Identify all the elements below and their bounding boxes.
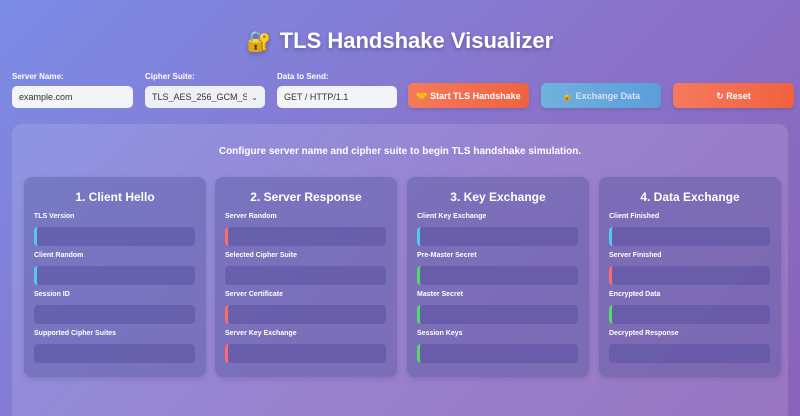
field-row-tls-version: TLS Version bbox=[34, 213, 206, 246]
reset-button[interactable]: ↻ Reset bbox=[673, 83, 794, 108]
field-label: Selected Cipher Suite bbox=[225, 252, 297, 259]
field-label: Pre-Master Secret bbox=[417, 252, 477, 259]
field-label: Client Random bbox=[34, 252, 84, 259]
start-tls-handshake-button[interactable]: 🤝 Start TLS Handshake bbox=[408, 83, 529, 108]
field-label: Server Finished bbox=[609, 252, 662, 259]
field-row-master-secret: Master Secret bbox=[417, 291, 589, 324]
step-card-1: 1. Client Hello TLS Version Client Random S… bbox=[24, 177, 206, 377]
field-value-master-secret bbox=[417, 305, 578, 324]
field-value-server-key-exchange bbox=[225, 344, 386, 363]
field-row-server-key-exchange: Server Key Exchange bbox=[225, 330, 397, 363]
field-row-client-key-exchange: Client Key Exchange bbox=[417, 213, 589, 246]
cipher-suite-label: Cipher Suite: bbox=[145, 72, 195, 81]
field-label: Session ID bbox=[34, 291, 70, 298]
chevron-down-icon: ⌄ bbox=[251, 92, 258, 102]
field-label: Client Key Exchange bbox=[417, 213, 487, 220]
cipher-suite-select[interactable]: TLS_AES_256_GCM_SHA384 ⌄ bbox=[145, 86, 265, 108]
field-label: Server Certificate bbox=[225, 291, 283, 298]
field-value-encrypted-data bbox=[609, 305, 770, 324]
field-row-server-certificate: Server Certificate bbox=[225, 291, 397, 324]
step-card-title: 3. Key Exchange bbox=[450, 190, 546, 204]
step-card-title: 1. Client Hello bbox=[75, 190, 155, 204]
field-row-client-random: Client Random bbox=[34, 252, 206, 285]
field-value-selected-cipher-suite bbox=[225, 266, 386, 285]
handshake-panel: Configure server name and cipher suite t… bbox=[12, 124, 788, 416]
controls-bar: Server Name: Cipher Suite: TLS_AES_256_G… bbox=[12, 72, 794, 112]
data-to-send-label: Data to Send: bbox=[277, 72, 329, 81]
field-value-client-random bbox=[34, 266, 195, 285]
field-row-encrypted-data: Encrypted Data bbox=[609, 291, 781, 324]
server-name-input[interactable] bbox=[12, 86, 133, 108]
field-value-decrypted-response bbox=[609, 344, 770, 363]
field-label: Decrypted Response bbox=[609, 330, 679, 337]
page-title-text: TLS Handshake Visualizer bbox=[279, 28, 554, 53]
field-value-session-id bbox=[34, 305, 195, 324]
field-label: Master Secret bbox=[417, 291, 463, 298]
field-value-pre-master-secret bbox=[417, 266, 578, 285]
field-value-server-random bbox=[225, 227, 386, 246]
server-name-label: Server Name: bbox=[12, 72, 64, 81]
field-row-selected-cipher-suite: Selected Cipher Suite bbox=[225, 252, 397, 285]
field-row-session-keys: Session Keys bbox=[417, 330, 589, 363]
field-value-session-keys bbox=[417, 344, 578, 363]
field-row-supported-cipher-suites: Supported Cipher Suites bbox=[34, 330, 206, 363]
field-label: Server Key Exchange bbox=[225, 330, 297, 337]
field-label: Encrypted Data bbox=[609, 291, 661, 298]
server-name-field-group: Server Name: bbox=[12, 72, 133, 108]
cipher-suite-field-group: Cipher Suite: TLS_AES_256_GCM_SHA384 ⌄ bbox=[145, 72, 265, 108]
field-value-client-finished bbox=[609, 227, 770, 246]
step-card-3: 3. Key Exchange Client Key Exchange Pre-Ma… bbox=[407, 177, 589, 377]
step-card-2: 2. Server Response Server Random Selected … bbox=[215, 177, 397, 377]
step-card-title: 4. Data Exchange bbox=[640, 190, 740, 204]
field-value-server-finished bbox=[609, 266, 770, 285]
lock-icon: 🔐 bbox=[246, 31, 272, 53]
data-to-send-input[interactable] bbox=[277, 86, 397, 108]
cipher-suite-selected: TLS_AES_256_GCM_SHA384 bbox=[152, 92, 248, 102]
field-value-server-certificate bbox=[225, 305, 386, 324]
field-row-server-finished: Server Finished bbox=[609, 252, 781, 285]
field-value-supported-cipher-suites bbox=[34, 344, 195, 363]
field-value-tls-version bbox=[34, 227, 195, 246]
field-label: Server Random bbox=[225, 213, 277, 220]
page-title: 🔐 TLS Handshake Visualizer bbox=[0, 28, 800, 54]
field-row-server-random: Server Random bbox=[225, 213, 397, 246]
exchange-data-button[interactable]: 🔒 Exchange Data bbox=[541, 83, 661, 108]
field-row-pre-master-secret: Pre-Master Secret bbox=[417, 252, 589, 285]
field-value-client-key-exchange bbox=[417, 227, 578, 246]
step-card-title: 2. Server Response bbox=[250, 190, 362, 204]
field-label: Session Keys bbox=[417, 330, 463, 337]
field-row-session-id: Session ID bbox=[34, 291, 206, 324]
field-row-decrypted-response: Decrypted Response bbox=[609, 330, 781, 363]
field-label: Client Finished bbox=[609, 213, 660, 220]
data-to-send-field-group: Data to Send: bbox=[277, 72, 397, 108]
field-label: Supported Cipher Suites bbox=[34, 330, 117, 337]
step-card-4: 4. Data Exchange Client Finished Server Fi… bbox=[599, 177, 781, 377]
field-row-client-finished: Client Finished bbox=[609, 213, 781, 246]
status-message: Configure server name and cipher suite t… bbox=[218, 146, 582, 157]
field-label: TLS Version bbox=[34, 213, 75, 220]
